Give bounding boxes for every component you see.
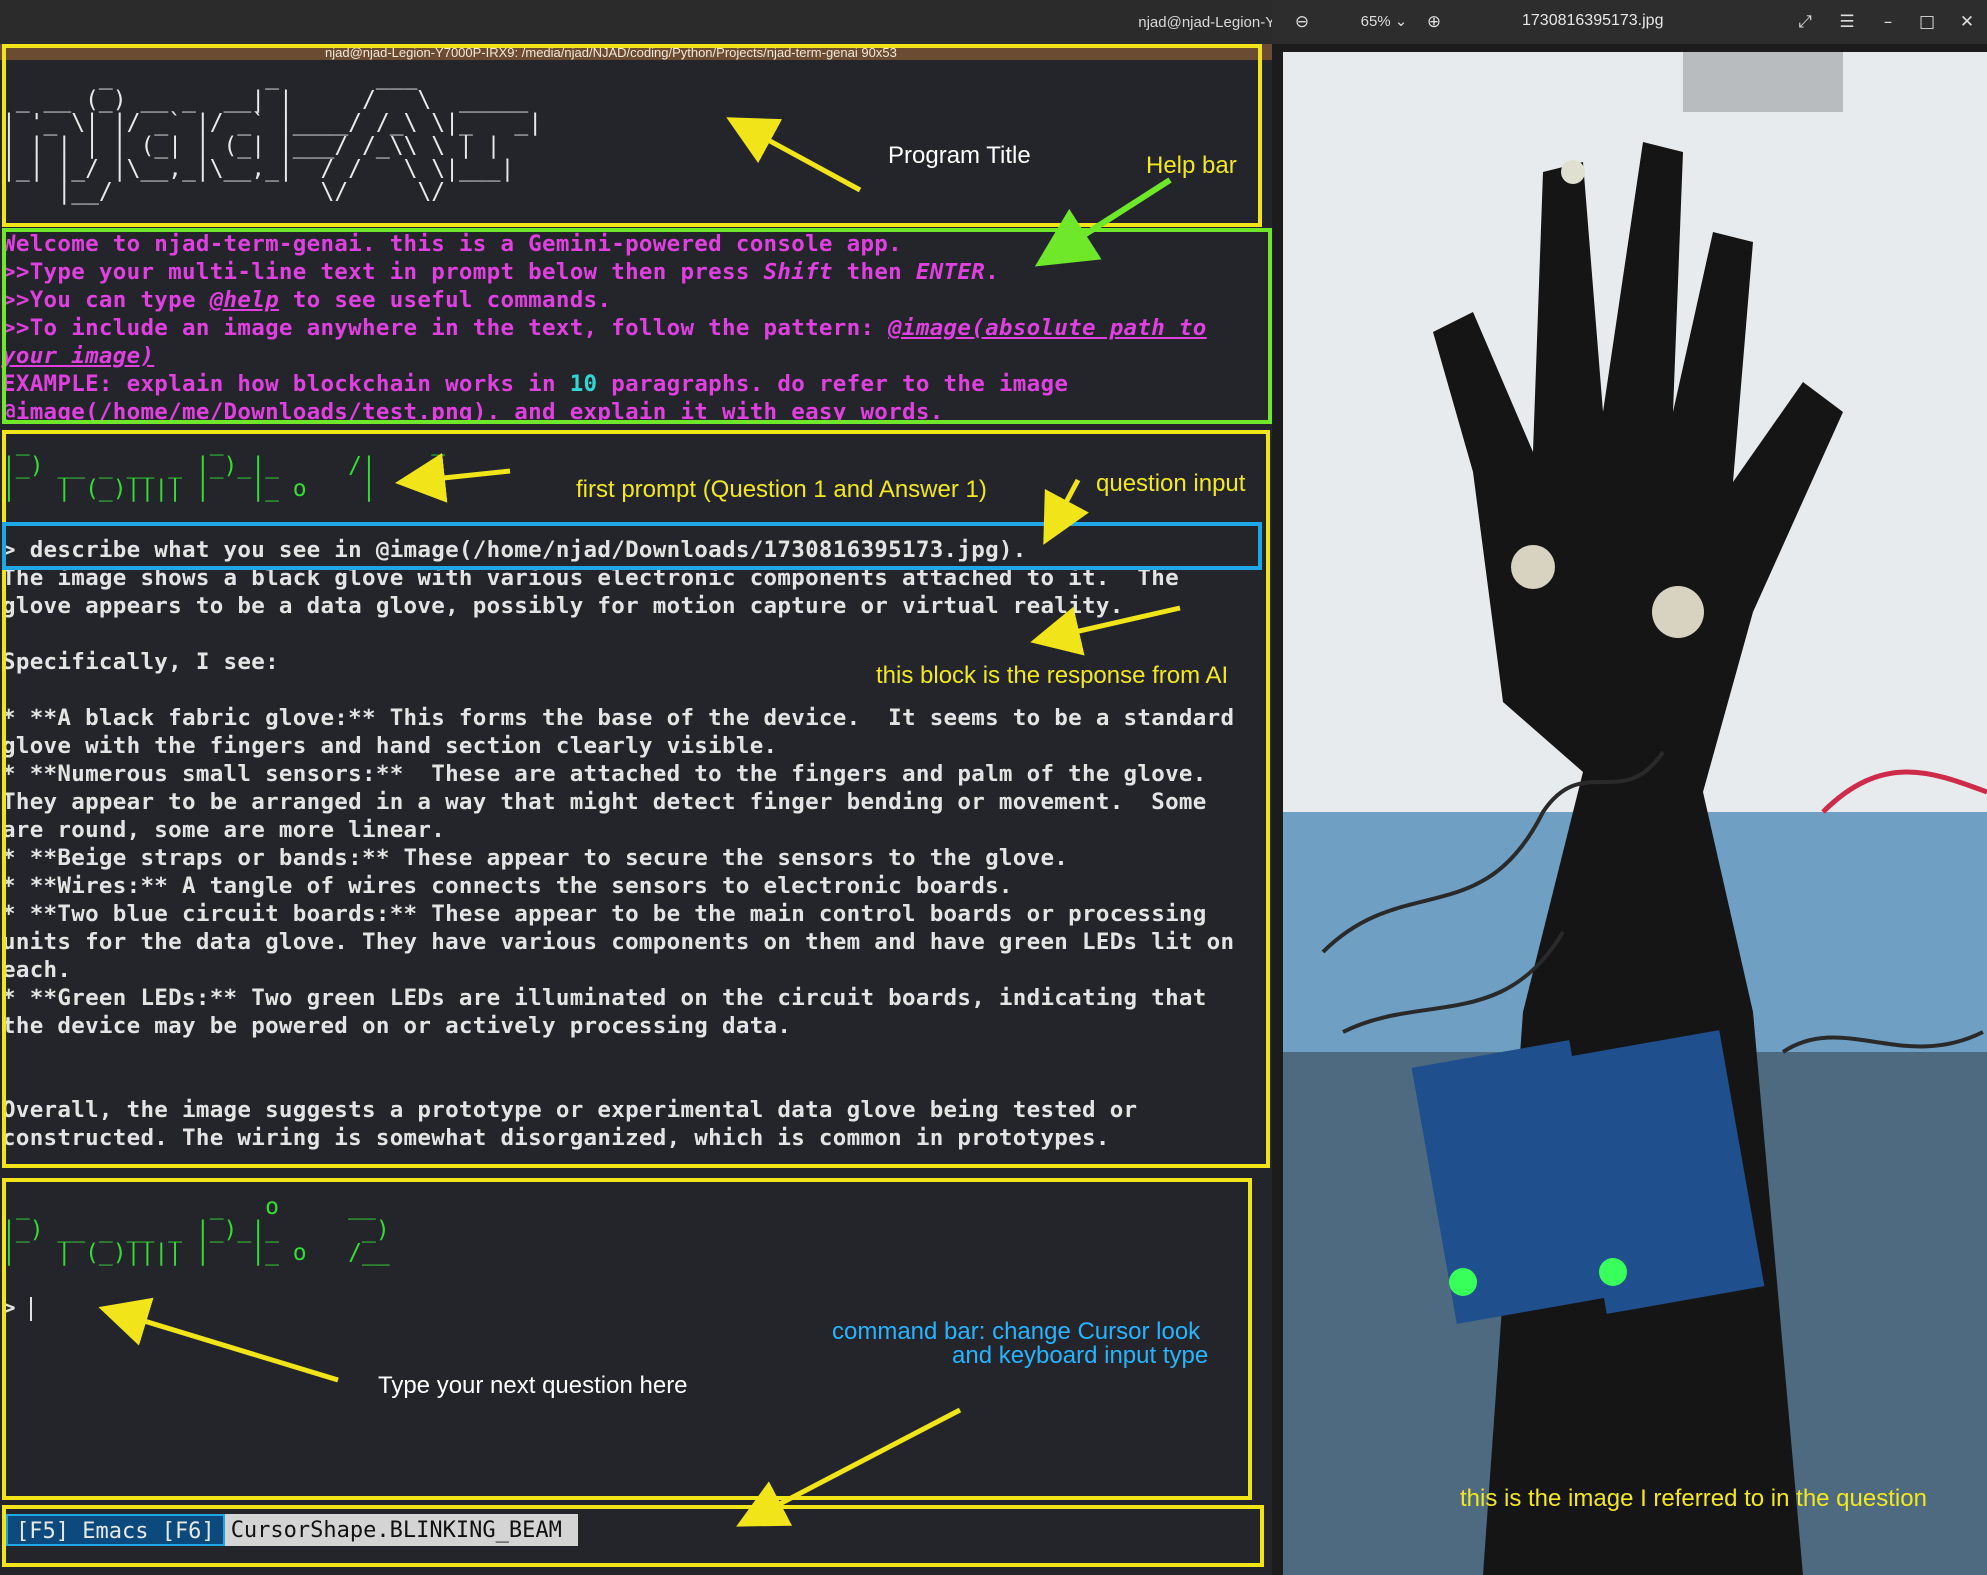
label-program-title: Program Title	[888, 142, 1031, 169]
zoom-level[interactable]: 65% ⌄	[1340, 10, 1428, 34]
label-command-bar-2: and keyboard input type	[952, 1342, 1209, 1369]
command-bar-box	[2, 1505, 1264, 1567]
question-input-box	[2, 522, 1262, 570]
viewer-header: ⊖ 65% ⌄ ⊕ 1730816395173.jpg ⤢ ☰ – □ ✕	[1272, 0, 1987, 44]
label-first-prompt: first prompt (Question 1 and Answer 1)	[576, 476, 987, 503]
label-image-ref: this is the image I referred to in the q…	[1460, 1485, 1927, 1512]
label-question-input: question input	[1096, 470, 1246, 497]
label-next-question: Type your next question here	[378, 1372, 688, 1399]
close-icon[interactable]: ✕	[1955, 10, 1979, 34]
glove-illustration	[1283, 52, 1987, 1575]
glove-photo	[1283, 52, 1987, 1575]
zoom-out-icon[interactable]: ⊖	[1290, 10, 1314, 34]
fullscreen-icon[interactable]: ⤢	[1793, 10, 1817, 34]
menu-icon[interactable]: ☰	[1835, 10, 1859, 34]
help-bar-box	[2, 228, 1272, 424]
minimize-icon[interactable]: –	[1876, 10, 1900, 34]
program-title-box	[2, 44, 1262, 227]
label-help-bar: Help bar	[1146, 152, 1237, 179]
label-response: this block is the response from AI	[876, 662, 1229, 689]
image-viewer-window[interactable]: ⊖ 65% ⌄ ⊕ 1730816395173.jpg ⤢ ☰ – □ ✕	[1272, 0, 1987, 1575]
viewer-filename: 1730816395173.jpg	[1522, 12, 1664, 29]
zoom-in-icon[interactable]: ⊕	[1422, 10, 1446, 34]
maximize-icon[interactable]: □	[1915, 10, 1939, 34]
